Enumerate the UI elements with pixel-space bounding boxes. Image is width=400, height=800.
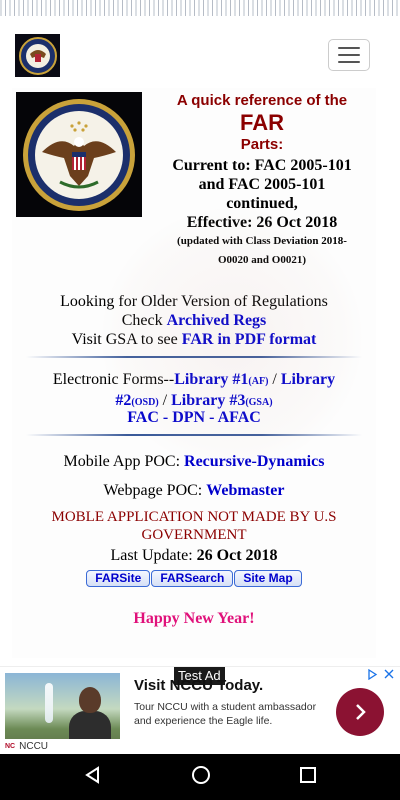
recursive-dynamics-link[interactable]: Recursive-Dynamics: [184, 453, 324, 470]
ad-text: Tour NCCU with a student ambassador and …: [134, 701, 317, 727]
divider: [26, 356, 362, 358]
hamburger-menu-icon[interactable]: [328, 39, 370, 71]
adchoices-icon[interactable]: [367, 668, 378, 683]
recents-square-icon[interactable]: [299, 766, 317, 789]
ad-title[interactable]: Visit NCCU Today.: [134, 677, 263, 694]
back-triangle-icon[interactable]: [83, 765, 103, 790]
close-icon[interactable]: [384, 669, 394, 683]
great-seal-icon: [16, 92, 142, 217]
us-seal-icon[interactable]: [15, 34, 60, 77]
current-to-text: Current to: FAC 2005-101 and FAC 2005-10…: [172, 157, 352, 231]
ad-banner[interactable]: NC NCCU Test Ad Visit NCCU Today. Tour N…: [0, 666, 400, 754]
webpage-poc: Webpage POC: Webmaster: [103, 482, 285, 499]
electronic-forms-section: Electronic Forms--Library #1(AF) / Libra…: [52, 371, 336, 409]
older-versions-section: Looking for Older Version of Regulations…: [12, 292, 376, 349]
last-update: Last Update: 26 Oct 2018: [110, 547, 278, 564]
nav-buttons: FARSite FARSearch Site Map: [12, 570, 376, 587]
ad-brand: NC NCCU: [5, 739, 125, 753]
chevron-right-icon[interactable]: [336, 688, 384, 736]
farsearch-button[interactable]: FARSearch: [151, 570, 234, 587]
reference-title: A quick reference of the: [176, 92, 348, 109]
webmaster-link[interactable]: Webmaster: [206, 482, 284, 499]
disclaimer-text: MOBLE APPLICATION NOT MADE BY U.S GOVERN…: [51, 509, 337, 543]
site-map-button[interactable]: Site Map: [234, 570, 302, 587]
divider: [26, 434, 362, 436]
far-title: FAR: [240, 110, 284, 135]
home-circle-icon[interactable]: [190, 764, 212, 791]
farsite-button[interactable]: FARSite: [86, 570, 151, 587]
dpn-link[interactable]: DPN: [172, 409, 205, 426]
updated-note: (updated with Class Deviation 2018- O002…: [177, 235, 347, 266]
library-2-link-part1[interactable]: Library: [281, 371, 335, 388]
mobile-poc: Mobile App POC: Recursive-Dynamics: [63, 453, 325, 470]
afac-link[interactable]: AFAC: [218, 409, 261, 426]
android-nav-bar: [0, 754, 400, 800]
library-1-link[interactable]: Library #1(AF): [174, 371, 268, 388]
library-2-link[interactable]: #2(OSD): [115, 392, 158, 409]
older-versions-text: Looking for Older Version of Regulations: [60, 293, 328, 310]
library-3-link[interactable]: Library #3(GSA): [171, 392, 272, 409]
far-pdf-link[interactable]: FAR in PDF format: [182, 331, 317, 348]
fac-link[interactable]: FAC: [127, 409, 159, 426]
fac-dpn-afac-links: FAC - DPN - AFAC: [127, 409, 261, 426]
archived-regs-link[interactable]: Archived Regs: [167, 312, 267, 329]
header: [0, 22, 400, 88]
main-content: A quick reference of the FAR Parts: Curr…: [12, 88, 376, 658]
nccu-logo-icon: NC: [5, 742, 16, 750]
greeting-text: Happy New Year!: [133, 610, 255, 627]
top-torn-edge: [0, 0, 400, 22]
parts-title: Parts:: [240, 136, 284, 153]
